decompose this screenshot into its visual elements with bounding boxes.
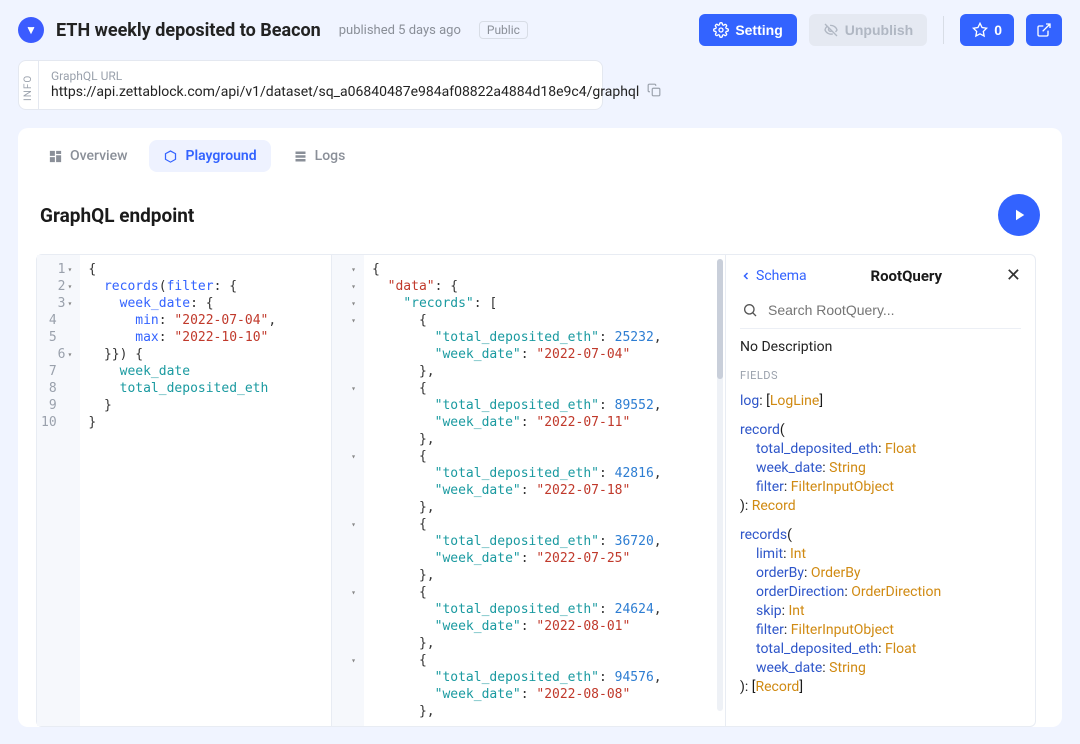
tab-overview[interactable]: Overview — [34, 140, 141, 172]
unpublish-label: Unpublish — [845, 22, 913, 38]
fields-header: FIELDS — [740, 369, 1021, 382]
response-viewer[interactable]: ▾▾▾▾ ▾ ▾ ▾ ▾ ▾ { "data": { "records": [ … — [332, 254, 726, 727]
info-tab: INFO — [19, 61, 39, 109]
tab-overview-label: Overview — [70, 148, 127, 164]
setting-button[interactable]: Setting — [699, 14, 796, 46]
page-title: ETH weekly deposited to Beacon — [56, 20, 321, 41]
run-button[interactable] — [998, 194, 1040, 236]
scrollbar[interactable] — [717, 259, 723, 711]
star-count: 0 — [994, 22, 1002, 38]
star-button[interactable]: 0 — [960, 14, 1014, 46]
tab-playground[interactable]: Playground — [149, 140, 270, 172]
field-record[interactable]: record(total_deposited_eth: Floatweek_da… — [740, 421, 1021, 516]
open-external-button[interactable] — [1026, 14, 1062, 46]
setting-label: Setting — [735, 22, 782, 38]
schema-panel: Schema RootQuery ✕ No Description FIELDS… — [726, 254, 1036, 727]
schema-back-button[interactable]: Schema — [740, 268, 807, 284]
section-title: GraphQL endpoint — [40, 204, 194, 227]
schema-title: RootQuery — [807, 267, 1006, 285]
graphql-url-label: GraphQL URL — [51, 69, 661, 83]
tab-logs-label: Logs — [315, 148, 346, 164]
brand-icon — [18, 17, 44, 43]
query-editor[interactable]: 1▾ 2▾ 3▾ 4 5 6▾ 7 8 9 10 { records(filte… — [36, 254, 332, 727]
published-label: published 5 days ago — [339, 23, 461, 38]
copy-icon[interactable] — [647, 83, 661, 101]
tab-playground-label: Playground — [185, 148, 256, 164]
unpublish-button: Unpublish — [809, 14, 927, 46]
schema-description: No Description — [740, 339, 1021, 355]
field-log[interactable]: log: [LogLine] — [740, 392, 1021, 411]
close-icon[interactable]: ✕ — [1006, 265, 1021, 286]
graphql-url-value: https://api.zettablock.com/api/v1/datase… — [51, 84, 639, 100]
schema-search-input[interactable] — [768, 302, 1019, 318]
field-records[interactable]: records(limit: IntorderBy: OrderByorderD… — [740, 526, 1021, 697]
tab-logs[interactable]: Logs — [279, 140, 360, 172]
search-icon — [742, 302, 758, 318]
visibility-badge: Public — [479, 21, 528, 39]
